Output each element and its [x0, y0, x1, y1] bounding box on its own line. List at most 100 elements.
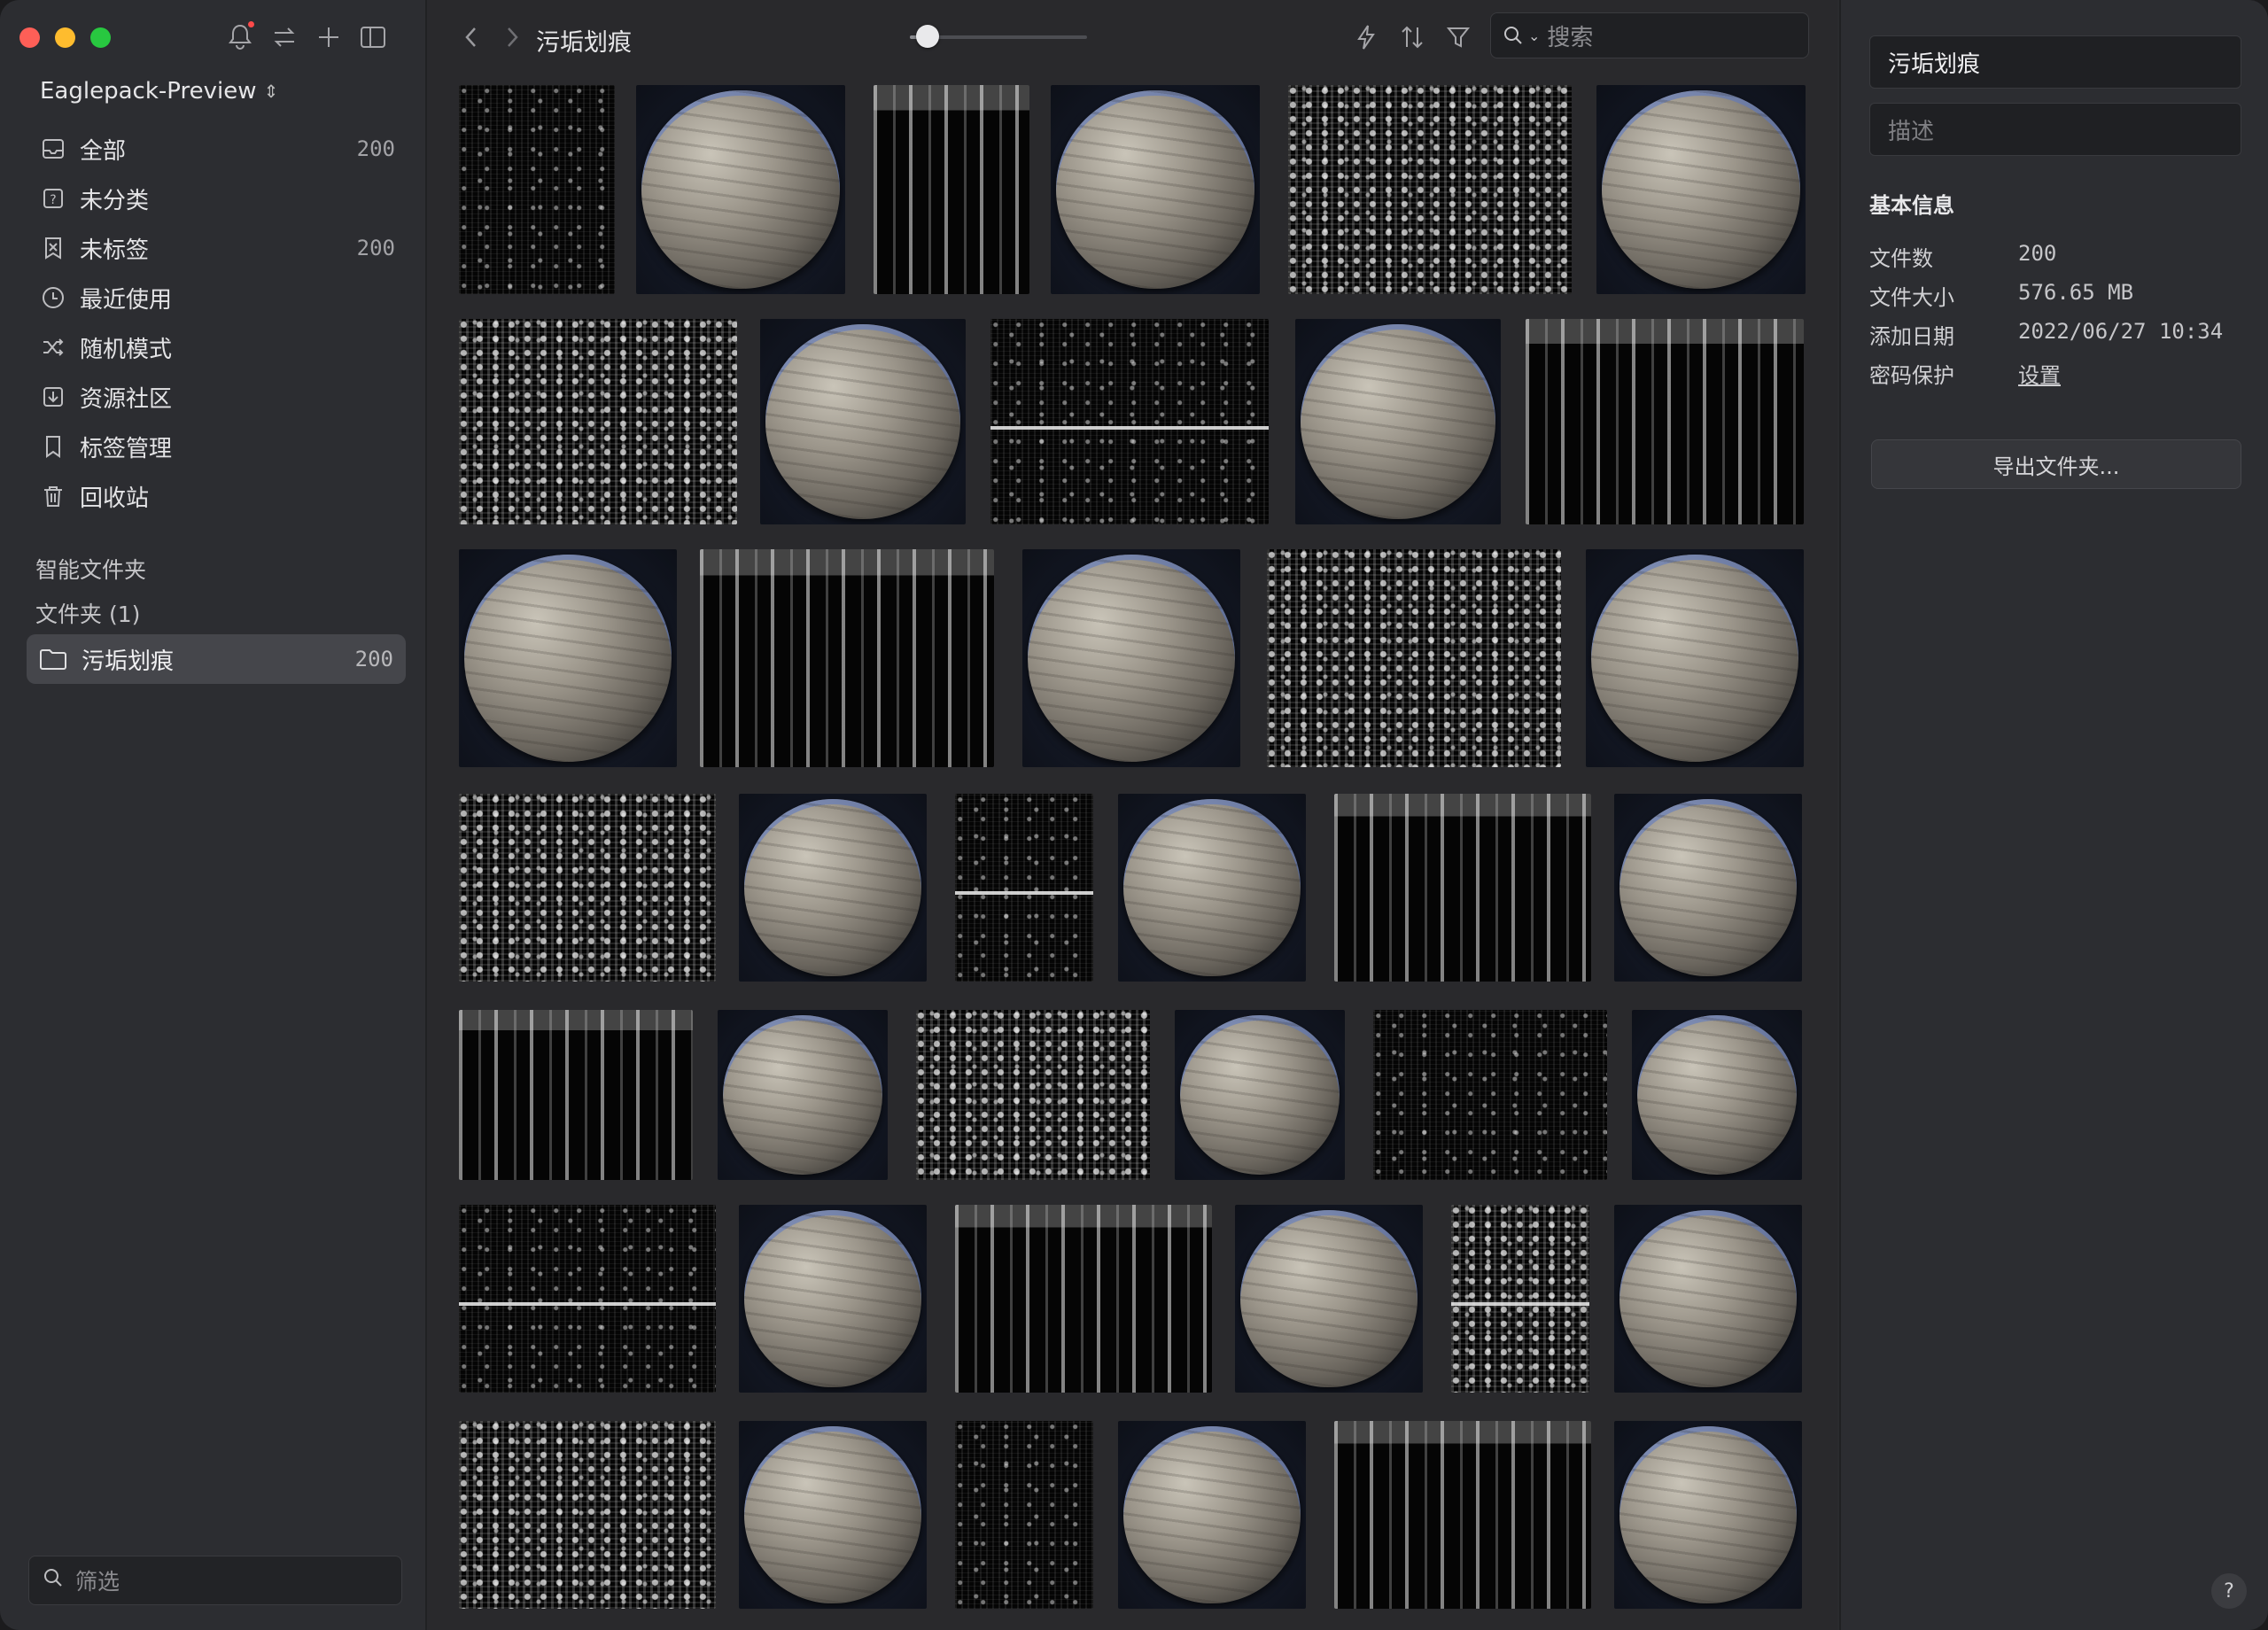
material-sphere-thumbnail[interactable] [739, 794, 927, 982]
texture-thumbnail[interactable] [459, 794, 716, 982]
tag-off-icon [39, 234, 67, 262]
sphere-preview [1619, 1210, 1797, 1387]
svg-text:?: ? [50, 193, 56, 207]
material-sphere-thumbnail[interactable] [1596, 85, 1806, 294]
description-field[interactable]: 描述 [1869, 103, 2241, 156]
help-button[interactable]: ? [2211, 1573, 2247, 1609]
question-box-icon: ? [39, 184, 67, 213]
sphere-preview [1123, 1426, 1301, 1603]
material-sphere-thumbnail[interactable] [1586, 549, 1804, 767]
sphere-preview [1591, 555, 1798, 762]
sphere-preview [723, 1015, 882, 1175]
sphere-preview [1301, 324, 1495, 519]
sidebar: Eaglepack-Preview ⇕ 全部 200 ? 未分类 未标签 200… [0, 0, 427, 1630]
sphere-preview [744, 799, 921, 976]
texture-thumbnail[interactable] [1288, 85, 1572, 294]
material-sphere-thumbnail[interactable] [739, 1205, 927, 1393]
filter-placeholder: 筛选 [75, 1569, 120, 1595]
toggle-sidebar-icon[interactable] [359, 19, 387, 55]
material-sphere-thumbnail[interactable] [718, 1010, 888, 1180]
minimize-window-button[interactable] [55, 27, 75, 48]
material-sphere-thumbnail[interactable] [1175, 1010, 1345, 1180]
folders-heading[interactable]: 文件夹 (1) [35, 597, 140, 629]
texture-scratch-line [955, 891, 1093, 895]
sidebar-item-recent[interactable]: 最近使用 [27, 273, 408, 322]
sphere-preview [765, 324, 960, 519]
texture-thumbnail[interactable] [1526, 319, 1804, 524]
texture-thumbnail[interactable] [1334, 1421, 1591, 1609]
texture-thumbnail[interactable] [955, 1205, 1212, 1393]
download-box-icon [39, 383, 67, 411]
sidebar-folder-dirt-scratches[interactable]: 污垢划痕 200 [27, 634, 406, 684]
export-folder-button[interactable]: 导出文件夹... [1871, 439, 2241, 489]
texture-thumbnail[interactable] [459, 319, 737, 524]
material-sphere-thumbnail[interactable] [760, 319, 966, 524]
material-sphere-thumbnail[interactable] [1118, 1421, 1306, 1609]
main-content: 污垢划痕 ⌄ 搜索 [427, 0, 1837, 1630]
material-sphere-thumbnail[interactable] [1118, 794, 1306, 982]
material-sphere-thumbnail[interactable] [1614, 1421, 1802, 1609]
filter-input[interactable]: 筛选 [28, 1556, 402, 1605]
sidebar-item-trash[interactable]: 回收站 [27, 471, 408, 521]
texture-thumbnail[interactable] [459, 1421, 716, 1609]
material-sphere-thumbnail[interactable] [1051, 85, 1260, 294]
zoom-window-button[interactable] [90, 27, 111, 48]
texture-thumbnail[interactable] [1451, 1205, 1589, 1393]
sphere-preview [1619, 799, 1797, 976]
texture-thumbnail[interactable] [916, 1010, 1150, 1180]
sidebar-item-all[interactable]: 全部 200 [27, 124, 408, 174]
set-password-link[interactable]: 设置 [2018, 358, 2061, 389]
material-sphere-thumbnail[interactable] [1632, 1010, 1802, 1180]
texture-scratch-line [1451, 1302, 1589, 1306]
sidebar-item-untagged[interactable]: 未标签 200 [27, 223, 408, 273]
material-sphere-thumbnail[interactable] [1614, 794, 1802, 982]
sync-arrows-icon[interactable] [270, 19, 299, 55]
info-key: 添加日期 [1869, 324, 1954, 349]
sphere-preview [1056, 90, 1254, 289]
sidebar-item-uncategorized[interactable]: ? 未分类 [27, 174, 408, 223]
sidebar-item-label: 标签管理 [80, 435, 173, 462]
texture-thumbnail[interactable] [459, 1205, 716, 1393]
folder-name-field[interactable]: 污垢划痕 [1869, 35, 2241, 89]
info-key: 文件数 [1869, 246, 1933, 271]
shuffle-icon [39, 333, 67, 361]
close-window-button[interactable] [19, 27, 40, 48]
info-key: 文件大小 [1869, 285, 1954, 310]
material-sphere-thumbnail[interactable] [1614, 1205, 1802, 1393]
info-row-file-size: 文件大小 576.65 MB [1869, 280, 2133, 311]
sidebar-item-community[interactable]: 资源社区 [27, 372, 408, 422]
description-placeholder: 描述 [1888, 118, 1935, 145]
sidebar-item-label: 未标签 [80, 237, 150, 264]
library-switcher[interactable]: Eaglepack-Preview ⇕ [40, 78, 278, 105]
texture-thumbnail[interactable] [1373, 1010, 1607, 1180]
texture-thumbnail[interactable] [874, 85, 1029, 294]
folder-icon [39, 645, 71, 673]
texture-thumbnail[interactable] [1334, 794, 1591, 982]
sphere-preview [744, 1210, 921, 1387]
search-icon [42, 1566, 65, 1595]
sidebar-item-random[interactable]: 随机模式 [27, 322, 408, 372]
sphere-preview [1637, 1015, 1797, 1175]
texture-thumbnail[interactable] [459, 1010, 693, 1180]
info-key: 密码保护 [1869, 363, 1954, 388]
texture-thumbnail[interactable] [990, 319, 1269, 524]
material-sphere-thumbnail[interactable] [636, 85, 845, 294]
notification-bell-icon[interactable] [226, 19, 254, 55]
material-sphere-thumbnail[interactable] [459, 549, 677, 767]
material-sphere-thumbnail[interactable] [1235, 1205, 1423, 1393]
texture-thumbnail[interactable] [700, 549, 994, 767]
sidebar-item-count: 200 [356, 236, 395, 260]
sphere-preview [464, 555, 672, 762]
texture-thumbnail[interactable] [1267, 549, 1561, 767]
smart-folders-heading[interactable]: 智能文件夹 [35, 553, 146, 585]
material-sphere-thumbnail[interactable] [1295, 319, 1501, 524]
material-sphere-thumbnail[interactable] [1022, 549, 1240, 767]
sidebar-item-tags[interactable]: 标签管理 [27, 422, 408, 471]
texture-thumbnail[interactable] [459, 85, 615, 294]
sidebar-item-label: 随机模式 [80, 336, 173, 363]
texture-thumbnail[interactable] [955, 1421, 1093, 1609]
texture-thumbnail[interactable] [955, 794, 1093, 982]
sphere-preview [1619, 1426, 1797, 1603]
add-icon[interactable] [315, 19, 343, 55]
material-sphere-thumbnail[interactable] [739, 1421, 927, 1609]
